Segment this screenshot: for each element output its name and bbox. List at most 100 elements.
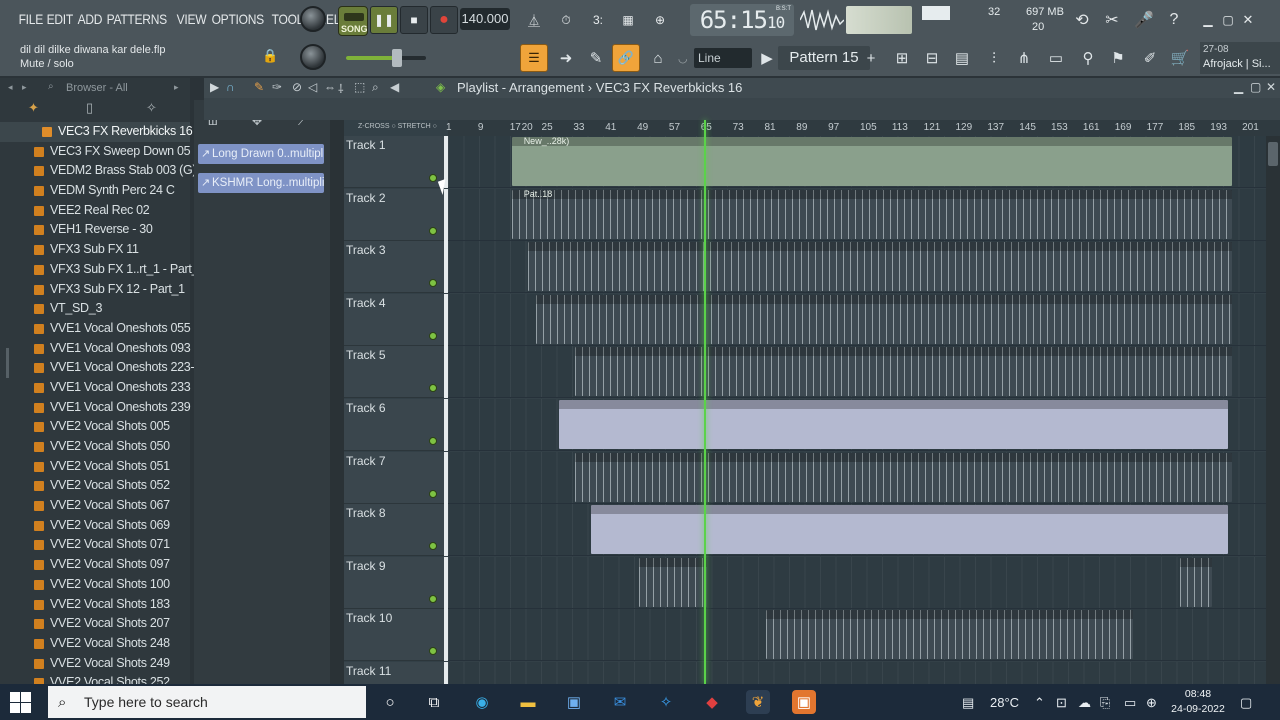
track-lane[interactable] [448,556,1268,609]
store-button[interactable]: 🛒 [1166,44,1194,72]
track-lane[interactable]: New_..28k) [448,136,1268,188]
browser-item[interactable]: VEC3 FX Reverbkicks 16 [0,122,193,142]
paint-icon[interactable]: ✑ [272,80,282,94]
metronome-button[interactable]: ⏅ [520,6,548,34]
piano-roll-shortcut[interactable]: ⊟ [918,44,946,72]
track-header[interactable]: Track 8 [344,504,448,557]
template-button[interactable]: ✐ [1136,44,1164,72]
browser-item[interactable]: VVE2 Vocal Shots 100 [0,575,190,595]
track-mute-led[interactable] [429,542,437,551]
browser-item[interactable]: VFX3 Sub FX 1..rt_1 - Part_1 [0,260,205,280]
browser-item[interactable]: VVE2 Vocal Shots 067 [0,496,190,516]
pattern-clip[interactable] [527,242,1233,292]
volume-thumb[interactable] [392,49,402,67]
channel-item[interactable]: ↗ KSHMR Long..multiplier [198,173,324,193]
browser-item[interactable]: VVE2 Vocal Shots 005 [0,417,190,437]
sparkle-icon[interactable]: ✦ [28,100,39,116]
browser-item[interactable]: VVE2 Vocal Shots 249 [0,654,190,674]
track-header[interactable]: Track 10 [344,609,448,662]
browser-item[interactable]: VEH1 Reverse - 30 [0,220,190,240]
panel-splitter[interactable] [330,100,344,684]
network-icon[interactable]: ⊕ [1146,695,1157,711]
close-button[interactable]: ✕ [1236,8,1260,32]
playlist-toggle-button[interactable]: ☰ [520,44,548,72]
draw-tool[interactable]: ✎ [582,44,610,72]
track-mute-led[interactable] [429,279,437,288]
track-mute-led[interactable] [429,437,437,445]
record-button[interactable]: ● [430,6,458,34]
browser-item[interactable]: VEDM2 Brass Stab 003 (G) [0,161,197,181]
browser-item[interactable]: VEDM Synth Perc 24 C [0,181,190,201]
pattern-clip[interactable] [1180,557,1213,607]
scroll-thumb[interactable] [1268,142,1278,166]
browser-item[interactable]: VVE1 Vocal Oneshots 233 [0,378,191,398]
file-icon[interactable]: ▯ [86,100,93,116]
timeline-ruler[interactable]: 1 9 17 25 33 41 49 57 65 73 81 89 97 105 113 121 129 137 1… [446,120,1280,136]
mic-button[interactable]: 🎤 [1132,8,1156,32]
slice-icon[interactable]: ⸸ [338,80,344,97]
track-mute-led[interactable] [429,226,437,235]
mixer-shortcut[interactable]: ⊞ [888,44,916,72]
delete-icon[interactable]: ⊘ [292,80,302,94]
playlist-menu-arrow[interactable]: ▶ [210,80,219,94]
browser-close-icon[interactable]: ▸ [174,82,179,93]
pat-song-toggle[interactable]: SONG [338,6,368,36]
stop-button[interactable]: ■ [400,6,428,34]
browser-item[interactable]: VVE1 Vocal Oneshots 239 [0,398,191,418]
browser-search-icon[interactable]: ⌕ [48,81,54,92]
countdown-button[interactable]: 3: [584,6,612,34]
track-header[interactable]: Track 4 [344,293,448,346]
track-header[interactable]: Track 7 [344,451,448,504]
tray-chevron-icon[interactable]: ⌃ [1034,695,1045,711]
play-button[interactable]: ❚❚ [370,6,398,34]
track-header[interactable]: Track 2 [344,188,448,241]
stamp-tool[interactable]: ⌂ [644,44,672,72]
master-volume-knob[interactable] [300,6,326,32]
audio-clip[interactable]: New_..28k) [511,136,1233,186]
browser-item[interactable]: VVE2 Vocal Shots 248 [0,634,190,654]
mute-tool-icon[interactable]: ◁ [308,80,317,94]
browser-item[interactable]: VVE2 Vocal Shots 183 [0,595,190,615]
menu-patterns[interactable]: PATTERNS [104,8,170,30]
weather-temp[interactable]: 28°C [990,695,1019,710]
wait-input-button[interactable]: ⏱ [552,6,580,34]
menu-file[interactable]: FILE [16,8,46,30]
track-header[interactable]: Track 5 [344,346,448,399]
fl-studio-icon[interactable]: ❦ [746,690,770,714]
track-mute-led[interactable] [429,647,437,656]
pattern-selector[interactable]: Pattern 15 [778,46,870,70]
browser-item[interactable]: VVE2 Vocal Shots 207 [0,614,190,634]
edge-icon[interactable]: ◉ [470,690,494,714]
add-pattern-button[interactable]: + [862,44,880,72]
tray-cloud-icon[interactable]: ☁ [1078,695,1091,711]
track-header[interactable]: Track 1 [344,136,448,188]
menu-view[interactable]: VIEW [174,8,209,30]
playlist-close-button[interactable]: ✕ [1266,80,1276,94]
master-volume-slider[interactable] [346,49,426,67]
track-lane[interactable] [448,451,1268,504]
browser-item[interactable]: VVE2 Vocal Shots 052 [0,476,190,496]
tools-button[interactable]: ✂ [1100,8,1124,32]
mail-icon[interactable]: ✉ [608,690,632,714]
playlist-max-button[interactable]: ▢ [1250,80,1261,94]
media-icon[interactable]: ◆ [700,690,724,714]
compass-icon[interactable]: ✧ [654,690,678,714]
pattern-clip[interactable]: Pat..18 [511,189,1233,239]
battery-icon[interactable]: ▭ [1124,695,1136,711]
help-button[interactable]: ? [1162,8,1186,32]
undo-button[interactable]: ⟲ [1070,8,1094,32]
pattern-clip[interactable] [535,294,1233,344]
browser-menu-icon[interactable]: ◂ [8,82,13,93]
tray-app-icon[interactable]: ⊡ [1056,695,1067,711]
track-lane[interactable] [448,346,1268,399]
step-edit-button[interactable]: ▦ [614,6,642,34]
plugin-button[interactable]: ▭ [1042,44,1070,72]
arrow-tool[interactable]: ➜ [552,44,580,72]
macro-button[interactable]: ⚑ [1104,44,1132,72]
link-button[interactable]: 🔗 [612,44,640,72]
track-lane[interactable] [448,609,1268,662]
mixer-button[interactable]: ⫶ [980,44,1008,72]
snap-select[interactable]: Line [694,48,752,68]
blend-notes-button[interactable]: ⊕ [646,6,674,34]
browser-item[interactable]: VVE1 Vocal Oneshots 223-1 [0,358,201,378]
